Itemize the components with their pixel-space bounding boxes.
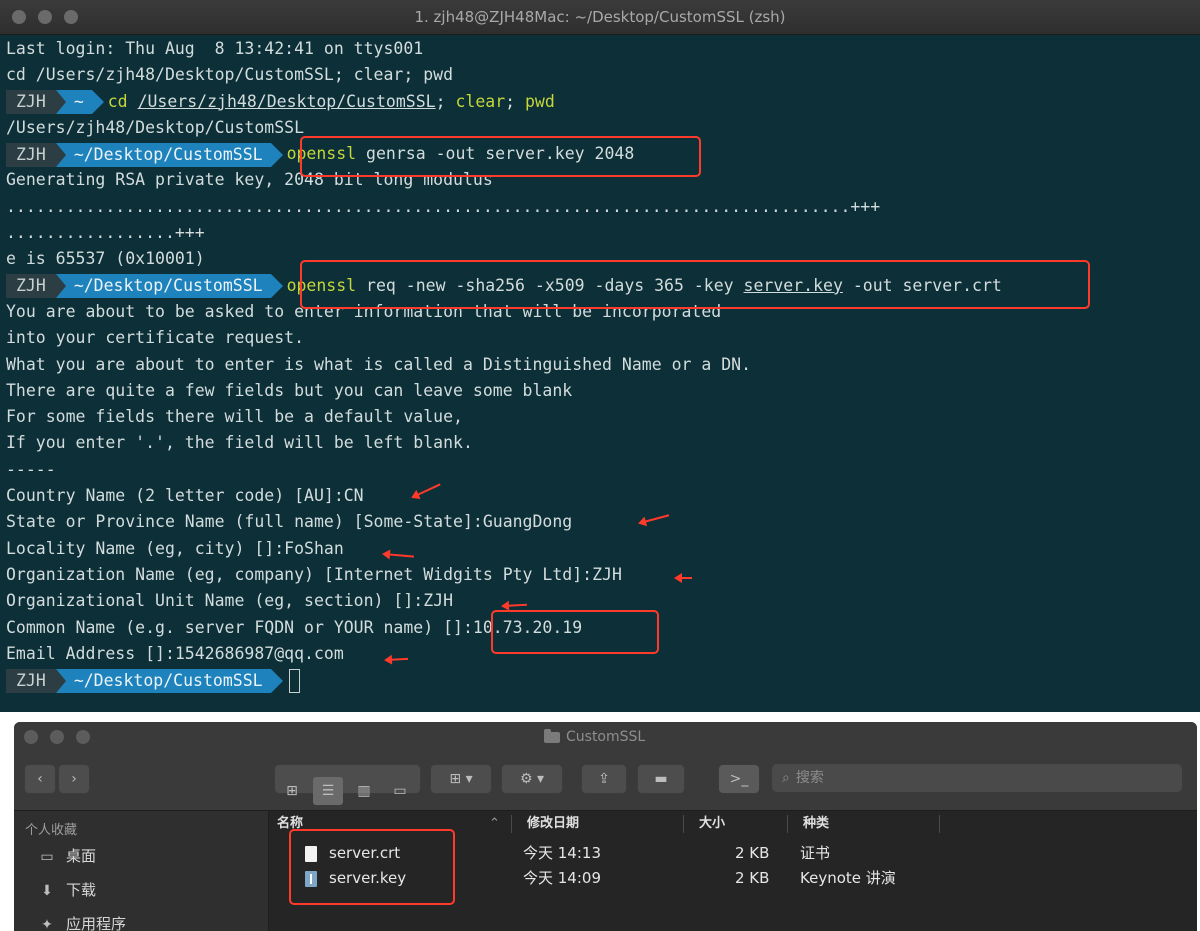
column-header-kind[interactable]: 种类 xyxy=(803,811,829,837)
sidebar-section-favorites: 个人收藏 xyxy=(25,823,78,838)
terminal-line: What you are about to enter is what is c… xyxy=(6,354,752,374)
action-button[interactable]: ⚙ ▾ xyxy=(501,764,563,794)
sidebar-item-label: 下载 xyxy=(66,881,97,899)
terminal-button[interactable]: >_ xyxy=(718,764,760,794)
terminal-line: State or Province Name (full name) [Some… xyxy=(6,512,573,532)
sidebar-item-downloads[interactable]: ⬇ 下载 xyxy=(36,877,96,903)
minimize-button[interactable] xyxy=(50,730,64,744)
column-divider xyxy=(683,815,684,833)
column-divider xyxy=(939,815,940,833)
column-header-date[interactable]: 修改日期 xyxy=(527,811,579,837)
prompt-directory: ~/Desktop/CustomSSL xyxy=(55,274,283,299)
share-button[interactable]: ⇪ xyxy=(581,764,627,794)
applications-icon: ✦ xyxy=(41,916,53,931)
close-button[interactable] xyxy=(24,730,38,744)
highlight-common-name xyxy=(491,610,659,654)
file-list: 名称 ⌃ 修改日期 大小 种类 server.crt 今天 14:13 2 KB… xyxy=(269,811,1197,931)
file-kind: Keynote 讲演 xyxy=(800,869,896,887)
command-name: cd xyxy=(107,91,128,111)
tag-button[interactable]: ▬ xyxy=(637,764,685,794)
file-size: 2 KB xyxy=(735,844,770,862)
column-header-size[interactable]: 大小 xyxy=(699,811,725,837)
terminal-title: 1. zjh48@ZJH48Mac: ~/Desktop/CustomSSL (… xyxy=(414,8,786,26)
zoom-button[interactable] xyxy=(76,730,90,744)
search-placeholder: 搜索 xyxy=(795,770,824,786)
command-separator: ; xyxy=(435,91,446,111)
view-mode-group: ⊞ ☰ ▥ ▭ xyxy=(274,764,421,805)
sidebar-item-label: 桌面 xyxy=(66,847,97,865)
terminal-output[interactable]: Last login: Thu Aug 8 13:42:41 on ttys00… xyxy=(0,36,1200,693)
prompt-line: ZJH ~ cd /Users/zjh48/Desktop/CustomSSL; c… xyxy=(0,89,1200,115)
file-date: 今天 14:13 xyxy=(523,844,601,862)
file-kind: 证书 xyxy=(800,844,831,862)
sort-chevron-icon[interactable]: ⌃ xyxy=(489,811,500,837)
command-separator: ; xyxy=(505,91,516,111)
prompt-directory: ~/Desktop/CustomSSL xyxy=(55,142,283,167)
terminal-line: ----- xyxy=(6,459,56,479)
prompt-directory: ~/Desktop/CustomSSL xyxy=(55,668,283,693)
prompt-user: ZJH xyxy=(6,142,56,167)
terminal-line: Locality Name (eg, city) []:FoShan xyxy=(6,538,344,558)
terminal-line: If you enter '.', the field will be left… xyxy=(6,433,473,453)
sidebar-item-label: 应用程序 xyxy=(66,915,127,931)
command-name: pwd xyxy=(525,91,555,111)
folder-icon xyxy=(544,728,560,743)
gallery-view-icon[interactable]: ▭ xyxy=(385,777,415,805)
highlight-genrsa-command xyxy=(300,136,701,177)
tag-icon: ▬ xyxy=(654,771,668,787)
command-path: /Users/zjh48/Desktop/CustomSSL xyxy=(137,91,436,111)
terminal-line: .................+++ xyxy=(6,223,205,243)
prompt-user: ZJH xyxy=(6,274,56,299)
sidebar-item-desktop[interactable]: ▭ 桌面 xyxy=(36,843,96,869)
gear-icon: ⚙ ▾ xyxy=(519,771,545,787)
prompt-user: ZJH xyxy=(6,668,56,693)
search-icon: ⌕ xyxy=(782,770,790,786)
finder-sidebar: 个人收藏 ▭ 桌面 ⬇ 下载 ✦ 应用程序 xyxy=(14,811,269,931)
list-view-icon[interactable]: ☰ xyxy=(313,777,343,805)
terminal-line: For some fields there will be a default … xyxy=(6,407,463,427)
search-input[interactable]: ⌕ 搜索 xyxy=(772,764,1182,792)
annotation-arrow xyxy=(674,573,692,583)
group-button[interactable]: ⊞ ▾ xyxy=(430,764,492,794)
terminal-line: Last login: Thu Aug 8 13:42:41 on ttys00… xyxy=(6,39,424,58)
column-view-icon[interactable]: ▥ xyxy=(349,777,379,805)
forward-button[interactable]: › xyxy=(58,764,90,794)
terminal-line: Country Name (2 letter code) [AU]:CN xyxy=(6,486,364,506)
highlight-req-command xyxy=(300,260,1090,309)
file-date: 今天 14:09 xyxy=(523,869,601,887)
prompt-user: ZJH xyxy=(6,90,56,115)
prompt-directory: ~ xyxy=(55,90,104,115)
text-cursor xyxy=(288,668,300,693)
terminal-line: ........................................… xyxy=(6,196,881,216)
download-icon: ⬇ xyxy=(41,882,53,899)
back-button[interactable]: ‹ xyxy=(24,764,56,794)
column-divider xyxy=(511,815,512,833)
share-icon: ⇪ xyxy=(598,771,610,787)
icon-view-icon[interactable]: ⊞ xyxy=(277,777,307,805)
desktop-icon: ▭ xyxy=(40,848,54,865)
terminal-line: cd /Users/zjh48/Desktop/CustomSSL; clear… xyxy=(6,65,454,85)
terminal-line: There are quite a few fields but you can… xyxy=(6,380,573,400)
terminal-titlebar: 1. zjh48@ZJH48Mac: ~/Desktop/CustomSSL (… xyxy=(0,0,1200,35)
sidebar-item-applications[interactable]: ✦ 应用程序 xyxy=(36,911,126,931)
finder-title: CustomSSL xyxy=(544,722,645,752)
prompt-line: ZJH ~/Desktop/CustomSSL xyxy=(0,667,1200,693)
terminal-line: into your certificate request. xyxy=(6,328,305,348)
command-name: clear xyxy=(455,91,506,111)
finder-title-text: CustomSSL xyxy=(566,729,646,745)
highlight-generated-files xyxy=(289,829,455,905)
grid-icon: ⊞ ▾ xyxy=(449,771,473,787)
file-size: 2 KB xyxy=(735,869,770,887)
finder-toolbar: ‹ › ⊞ ☰ ▥ ▭ ⊞ ▾ ⚙ ▾ ⇪ ▬ >_ ⌕ 搜索 xyxy=(14,752,1197,811)
finder-window: CustomSSL ‹ › ⊞ ☰ ▥ ▭ ⊞ ▾ ⚙ ▾ ⇪ ▬ >_ ⌕ 搜索… xyxy=(14,722,1197,931)
terminal-window: 1. zjh48@ZJH48Mac: ~/Desktop/CustomSSL (… xyxy=(0,0,1200,712)
column-divider xyxy=(787,815,788,833)
finder-titlebar: CustomSSL xyxy=(14,722,1197,752)
terminal-line: Organization Name (eg, company) [Interne… xyxy=(6,564,622,584)
terminal-icon: >_ xyxy=(729,771,749,787)
